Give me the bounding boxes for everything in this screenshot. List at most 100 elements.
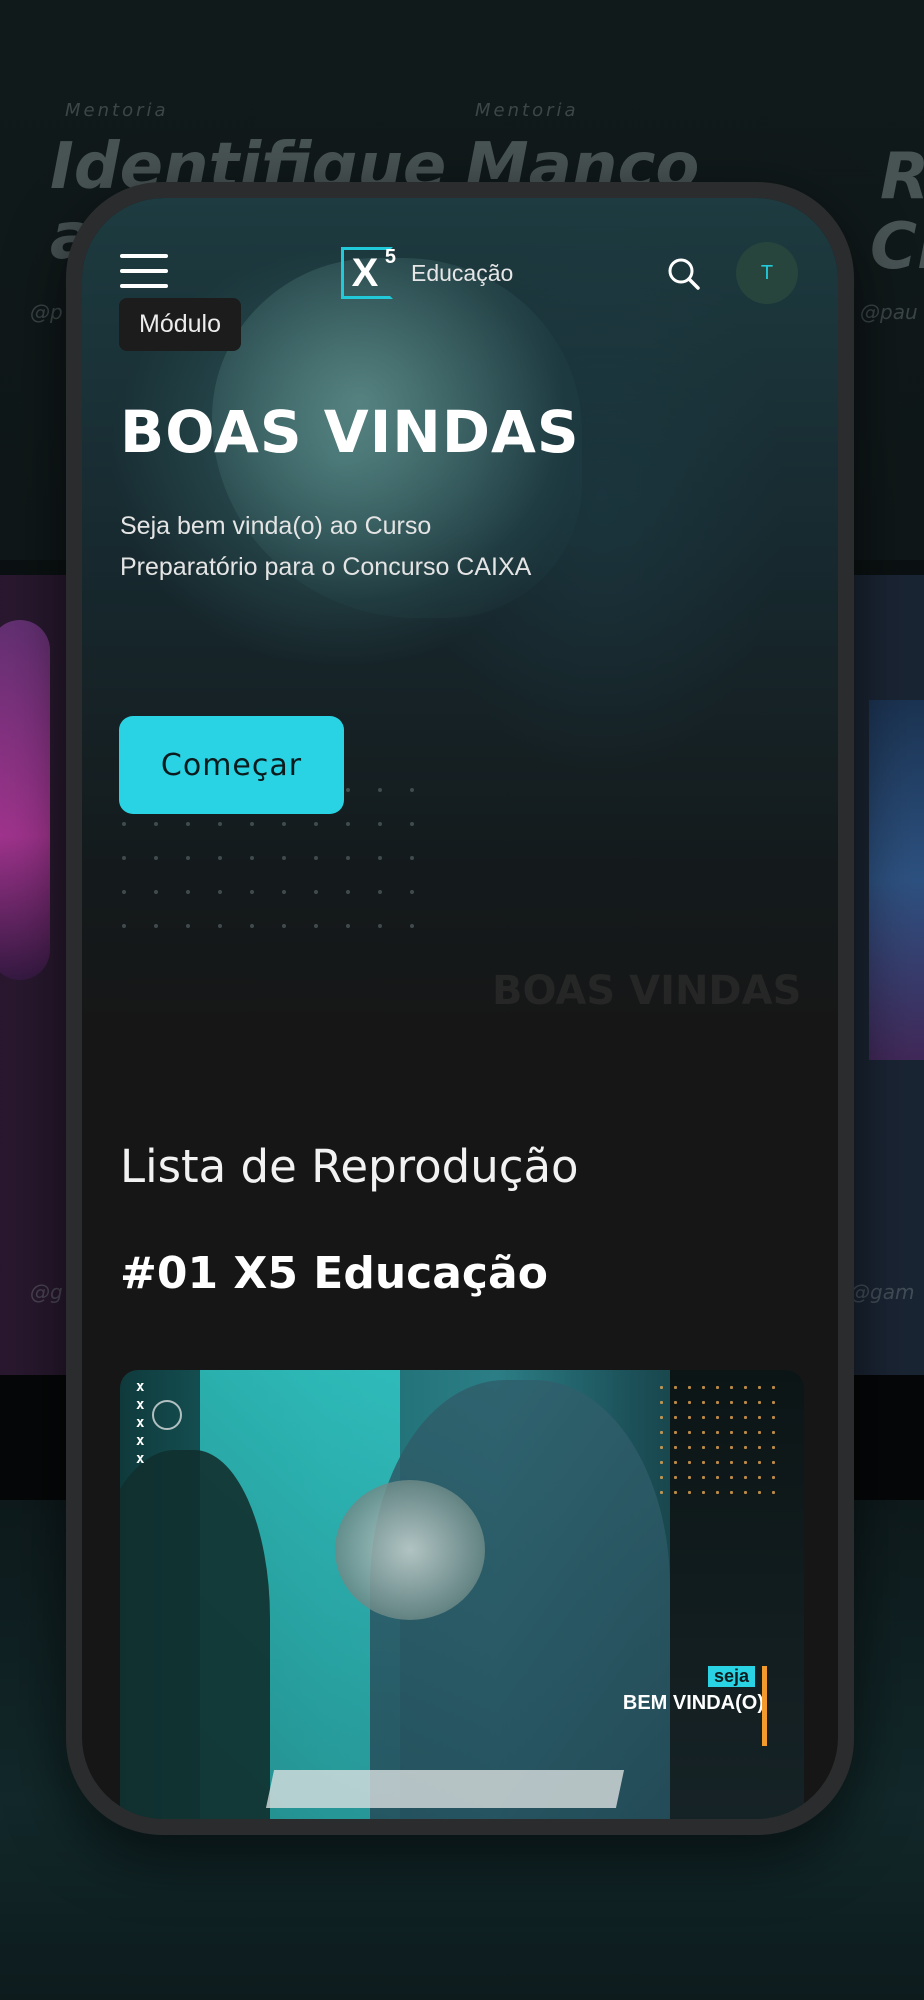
playlist-item-title[interactable]: #01 X5 Educação <box>120 1248 548 1299</box>
thumbnail-dot <box>758 1491 761 1494</box>
hero-title: BOAS VINDAS <box>120 398 580 466</box>
thumbnail-dot <box>730 1401 733 1404</box>
logo-mark-letter: X <box>351 251 379 295</box>
background-neon-right <box>869 700 924 1060</box>
hero-dot <box>250 856 254 860</box>
brand-logo[interactable]: X 5 Educação <box>341 245 513 301</box>
hero-dot <box>314 856 318 860</box>
user-avatar[interactable]: T <box>736 242 798 304</box>
thumbnail-dot <box>730 1416 733 1419</box>
hero-dot <box>282 890 286 894</box>
hero-dot <box>282 924 286 928</box>
hero-watermark-text: BOAS VINDAS <box>492 968 802 1014</box>
thumbnail-dot <box>688 1386 691 1389</box>
start-button[interactable]: Começar <box>119 716 344 814</box>
bg-card-title: Cr <box>870 210 924 284</box>
thumbnail-dot <box>688 1401 691 1404</box>
hero-dot <box>186 856 190 860</box>
hero-dot <box>410 822 414 826</box>
thumbnail-dot <box>744 1401 747 1404</box>
thumbnail-dot <box>688 1446 691 1449</box>
thumbnail-handshake <box>335 1480 485 1620</box>
hero-dot <box>154 924 158 928</box>
hero-subtitle: Seja bem vinda(o) ao Curso Preparatório … <box>120 512 532 581</box>
hero-dot <box>346 856 350 860</box>
logo-text: Educação <box>411 259 514 286</box>
phone-screen: BOAS VINDAS X 5 Educação T Módulo BOAS V… <box>82 198 838 1819</box>
playlist-item-thumbnail[interactable]: xxxxx seja BEM VINDA(O) <box>120 1370 804 1819</box>
hero-dot <box>282 822 286 826</box>
thumbnail-dot <box>674 1431 677 1434</box>
hero-dot <box>410 890 414 894</box>
background-neon-left <box>0 620 50 980</box>
thumbnail-dot <box>772 1446 775 1449</box>
bg-card-label: Mentoria <box>65 100 169 121</box>
thumbnail-dot <box>716 1431 719 1434</box>
thumbnail-dot <box>730 1386 733 1389</box>
thumbnail-dot <box>674 1386 677 1389</box>
thumbnail-dot <box>716 1446 719 1449</box>
thumbnail-dot <box>688 1461 691 1464</box>
thumbnail-accent-bar <box>762 1666 767 1746</box>
thumbnail-dot <box>744 1446 747 1449</box>
thumbnail-dot <box>730 1431 733 1434</box>
thumbnail-dot <box>716 1491 719 1494</box>
thumbnail-dot <box>702 1431 705 1434</box>
thumbnail-badge-seja: seja <box>708 1666 756 1687</box>
thumbnail-dot <box>758 1386 761 1389</box>
thumbnail-book <box>265 1770 625 1808</box>
hero-dot <box>186 822 190 826</box>
thumbnail-dot <box>688 1416 691 1419</box>
hero-dot <box>218 890 222 894</box>
thumbnail-dot <box>772 1386 775 1389</box>
hero-dot <box>250 822 254 826</box>
hero-dot <box>314 822 318 826</box>
thumbnail-dot <box>730 1446 733 1449</box>
hero-dot <box>346 788 350 792</box>
bg-card-label: Mentoria <box>475 100 579 121</box>
thumbnail-dot <box>730 1461 733 1464</box>
hero-dot <box>154 822 158 826</box>
hero-dot <box>378 856 382 860</box>
thumbnail-dot <box>772 1491 775 1494</box>
hero-dot <box>154 856 158 860</box>
hero-dot <box>314 890 318 894</box>
hero-dot <box>122 924 126 928</box>
thumbnail-dot <box>674 1416 677 1419</box>
bg-handle-right: @gam <box>850 1280 915 1304</box>
thumbnail-dot <box>758 1461 761 1464</box>
thumbnail-dot <box>758 1401 761 1404</box>
bg-card-title: Re <box>880 140 924 214</box>
search-icon[interactable] <box>664 254 704 294</box>
thumbnail-dot <box>758 1476 761 1479</box>
thumbnail-dot <box>730 1476 733 1479</box>
thumbnail-dot <box>758 1446 761 1449</box>
thumbnail-dot <box>660 1491 663 1494</box>
thumbnail-dot <box>660 1476 663 1479</box>
thumbnail-dot <box>702 1416 705 1419</box>
thumbnail-dot <box>716 1416 719 1419</box>
thumbnail-dot <box>744 1461 747 1464</box>
hero-dot <box>378 822 382 826</box>
thumbnail-dot-grid <box>660 1386 786 1494</box>
hero-dot <box>378 788 382 792</box>
thumbnail-ring-icon <box>152 1400 182 1430</box>
hero-dot <box>346 890 350 894</box>
logo-mark-superscript: 5 <box>384 246 396 268</box>
thumbnail-dot <box>660 1446 663 1449</box>
hero-dot <box>186 924 190 928</box>
thumbnail-dot <box>744 1476 747 1479</box>
thumbnail-dot <box>758 1416 761 1419</box>
thumbnail-dot <box>772 1401 775 1404</box>
thumbnail-person-left <box>120 1450 270 1819</box>
thumbnail-dot <box>702 1401 705 1404</box>
thumbnail-dot <box>688 1431 691 1434</box>
thumbnail-dot <box>674 1476 677 1479</box>
thumbnail-dot <box>772 1431 775 1434</box>
thumbnail-dot <box>674 1401 677 1404</box>
thumbnail-dot <box>660 1401 663 1404</box>
hamburger-menu-icon[interactable] <box>120 254 168 294</box>
hero-dot <box>218 924 222 928</box>
thumbnail-dot <box>744 1386 747 1389</box>
hero-dot <box>218 856 222 860</box>
